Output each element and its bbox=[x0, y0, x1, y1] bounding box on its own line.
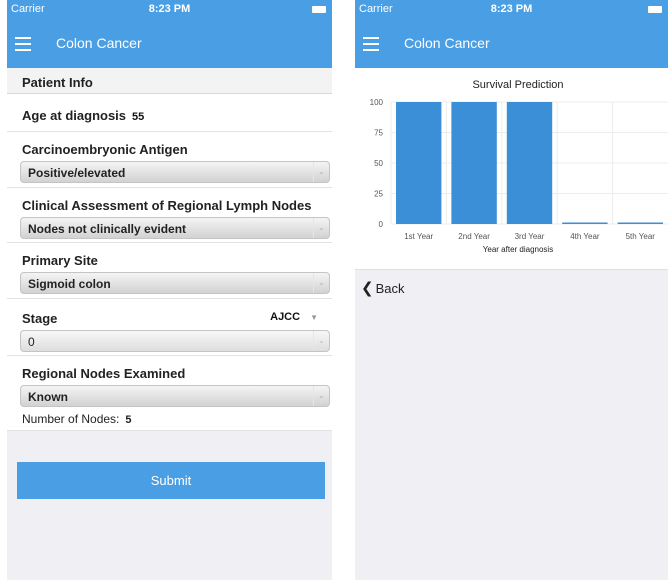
chart-title: Survival Prediction bbox=[472, 79, 563, 91]
cea-row: Carcinoembryonic Antigen Positive/elevat… bbox=[7, 132, 332, 188]
y-tick-label: 25 bbox=[374, 190, 383, 199]
x-tick-label: 4th Year bbox=[570, 232, 600, 241]
chevron-down-icon: ⌄ bbox=[313, 386, 329, 406]
bar bbox=[396, 102, 442, 224]
cea-select-value: Positive/elevated bbox=[28, 166, 126, 180]
stage-row: Stage AJCC ▼ 0 ⌄ bbox=[7, 299, 332, 356]
hamburger-menu-icon[interactable] bbox=[363, 37, 379, 51]
caret-down-icon: ▼ bbox=[310, 313, 318, 322]
site-row: Primary Site Sigmoid colon ⌄ bbox=[7, 243, 332, 299]
lymph-label: Clinical Assessment of Regional Lymph No… bbox=[22, 198, 312, 213]
clock: 8:23 PM bbox=[490, 3, 533, 15]
bar bbox=[617, 222, 663, 224]
cea-label: Carcinoembryonic Antigen bbox=[22, 142, 188, 157]
patient-form-screen: Carrier 8:23 PM Colon Cancer Patient Inf… bbox=[7, 0, 332, 580]
regional-row: Regional Nodes Examined Known ⌄ bbox=[7, 356, 332, 407]
nodes-label: Number of Nodes: bbox=[22, 412, 120, 426]
cea-select[interactable]: Positive/elevated ⌄ bbox=[20, 161, 330, 183]
bar bbox=[451, 102, 497, 224]
lymph-select-value: Nodes not clinically evident bbox=[28, 222, 187, 236]
nodes-value[interactable]: 5 bbox=[125, 414, 131, 426]
x-tick-label: 1st Year bbox=[404, 232, 433, 241]
chevron-down-icon: ⌄ bbox=[313, 273, 329, 293]
y-tick-label: 75 bbox=[374, 129, 383, 138]
chevron-down-icon: ⌄ bbox=[313, 218, 329, 238]
x-tick-label: 5th Year bbox=[626, 232, 656, 241]
site-label: Primary Site bbox=[22, 253, 98, 268]
nodes-row: Number of Nodes: 5 bbox=[7, 406, 332, 431]
stage-select[interactable]: 0 ⌄ bbox=[20, 330, 330, 352]
bar bbox=[562, 222, 608, 224]
back-label: Back bbox=[375, 281, 405, 296]
regional-select-value: Known bbox=[28, 390, 68, 404]
clock: 8:23 PM bbox=[148, 3, 191, 15]
chevron-left-icon: ❮ bbox=[361, 280, 374, 297]
x-tick-label: 3rd Year bbox=[515, 232, 545, 241]
hamburger-menu-icon[interactable] bbox=[15, 37, 31, 51]
x-axis-label: Year after diagnosis bbox=[483, 245, 553, 254]
back-button[interactable]: ❮ Back bbox=[361, 279, 404, 297]
chevron-down-icon: ⌄ bbox=[313, 331, 329, 351]
lymph-row: Clinical Assessment of Regional Lymph No… bbox=[7, 188, 332, 243]
chart-panel: Survival Prediction 0 25 50 75 100 1st Year 2nd… bbox=[355, 68, 668, 270]
stage-select-value: 0 bbox=[28, 335, 35, 349]
submit-area: Submit bbox=[7, 431, 332, 580]
age-label: Age at diagnosis bbox=[22, 108, 127, 123]
patient-form: Age at diagnosis 55 Carcinoembryonic Anti… bbox=[7, 94, 332, 431]
x-tick-label: 2nd Year bbox=[458, 232, 490, 241]
submit-button[interactable]: Submit bbox=[17, 462, 325, 499]
y-tick-label: 50 bbox=[374, 159, 383, 168]
section-header-patient-info: Patient Info bbox=[7, 68, 332, 94]
site-select[interactable]: Sigmoid colon ⌄ bbox=[20, 272, 330, 294]
stage-system-value: AJCC bbox=[270, 311, 301, 323]
results-screen: Carrier 8:23 PM Colon Cancer Survival Pr… bbox=[355, 0, 668, 580]
regional-label: Regional Nodes Examined bbox=[22, 366, 186, 381]
regional-select[interactable]: Known ⌄ bbox=[20, 385, 330, 407]
battery-icon bbox=[648, 6, 662, 13]
y-tick-label: 0 bbox=[379, 220, 384, 229]
y-tick-label: 100 bbox=[370, 98, 384, 107]
status-bar: Carrier 8:23 PM bbox=[355, 0, 668, 20]
age-value[interactable]: 55 bbox=[132, 111, 144, 123]
status-bar: Carrier 8:23 PM bbox=[7, 0, 332, 20]
nav-bar: Colon Cancer bbox=[355, 20, 668, 68]
lymph-select[interactable]: Nodes not clinically evident ⌄ bbox=[20, 217, 330, 239]
bar bbox=[506, 102, 553, 224]
survival-bar-chart: Survival Prediction 0 25 50 75 100 1st Year 2nd… bbox=[370, 79, 668, 254]
chevron-down-icon: ⌄ bbox=[313, 162, 329, 182]
nav-bar: Colon Cancer bbox=[7, 20, 332, 68]
nav-title: Colon Cancer bbox=[56, 35, 142, 51]
battery-icon bbox=[312, 6, 326, 13]
stage-system-dropdown[interactable]: AJCC ▼ bbox=[270, 311, 318, 323]
site-select-value: Sigmoid colon bbox=[28, 277, 111, 291]
nav-title: Colon Cancer bbox=[404, 35, 490, 51]
age-row: Age at diagnosis 55 bbox=[7, 94, 332, 132]
